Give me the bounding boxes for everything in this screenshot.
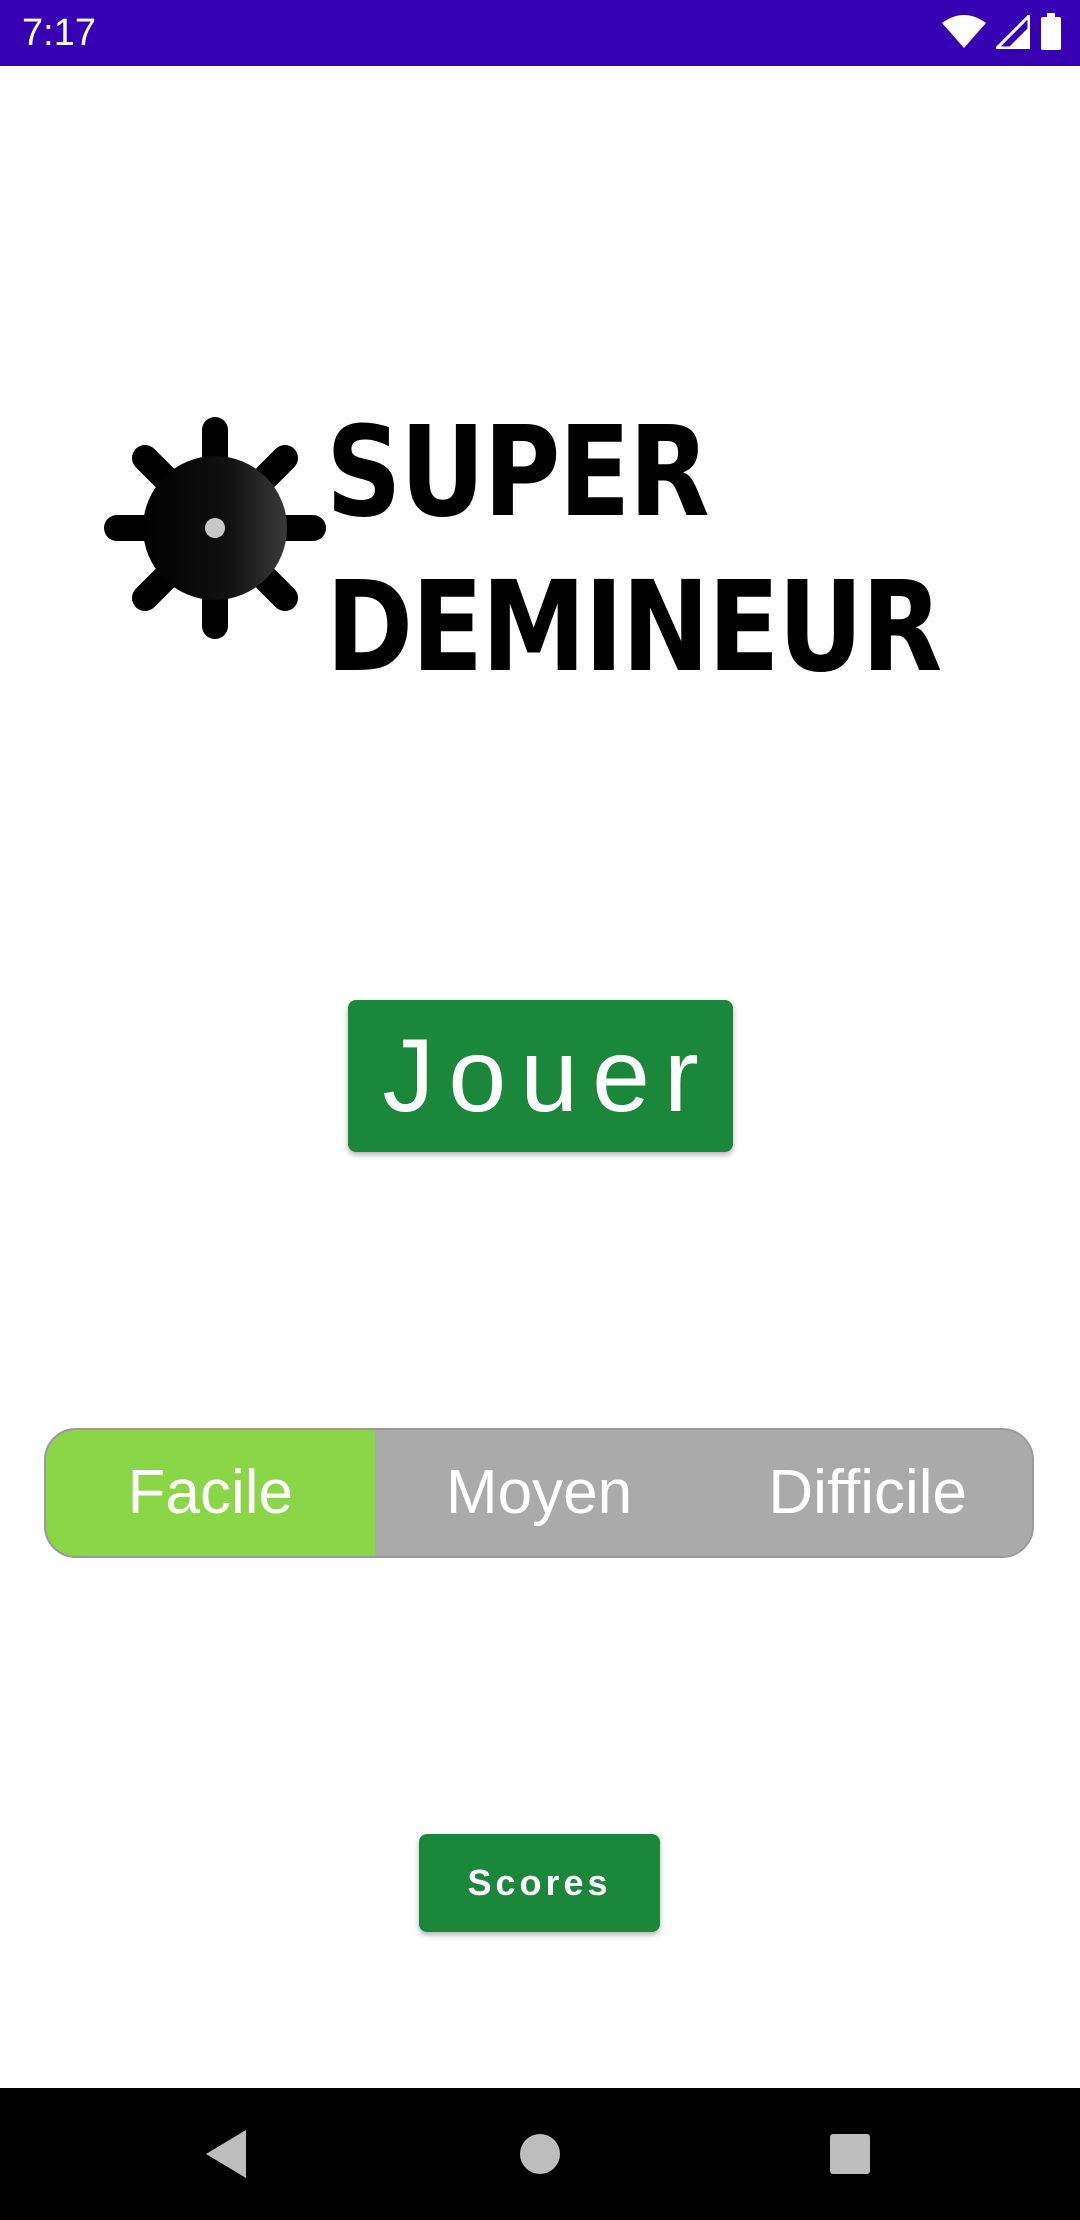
app-title: SUPER DEMINEUR bbox=[326, 395, 942, 705]
title-line-1: SUPER bbox=[326, 400, 710, 545]
scores-button[interactable]: Scores bbox=[419, 1834, 660, 1932]
recents-icon[interactable] bbox=[820, 2124, 880, 2184]
logo: SUPER DEMINEUR bbox=[100, 395, 1000, 700]
status-bar: 7:17 bbox=[0, 0, 1080, 66]
mine-icon bbox=[104, 417, 326, 639]
title-line-2: DEMINEUR bbox=[326, 555, 942, 700]
difficulty-option-hard[interactable]: Difficile bbox=[703, 1430, 1032, 1556]
difficulty-option-medium[interactable]: Moyen bbox=[375, 1430, 704, 1556]
home-icon[interactable] bbox=[510, 2124, 570, 2184]
back-icon[interactable] bbox=[196, 2124, 256, 2184]
status-icons bbox=[942, 12, 1062, 52]
battery-icon bbox=[1041, 13, 1061, 50]
cellular-signal-icon bbox=[996, 15, 1030, 49]
difficulty-option-easy[interactable]: Facile bbox=[46, 1430, 375, 1556]
difficulty-selector: Facile Moyen Difficile bbox=[44, 1428, 1034, 1558]
status-time: 7:17 bbox=[22, 12, 96, 54]
wifi-icon bbox=[942, 15, 986, 48]
play-button[interactable]: Jouer bbox=[348, 1000, 733, 1152]
navigation-bar bbox=[0, 2088, 1080, 2220]
